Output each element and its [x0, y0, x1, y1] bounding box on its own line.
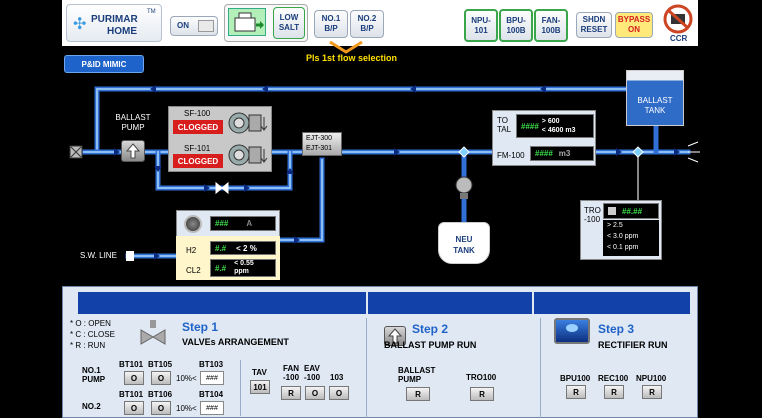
cl2-value: #.#	[215, 263, 227, 273]
cl2-display: #.# < 0.55 ppm	[210, 259, 276, 277]
sensor-unit: A	[246, 219, 253, 228]
steps-header-divider	[366, 292, 368, 314]
h2-value: #.#	[215, 243, 227, 253]
ballast-pump-run-button[interactable]: R	[406, 387, 430, 401]
step1-subtitle: VALVEs ARRANGEMENT	[182, 337, 289, 347]
total-label: TO TAL	[497, 116, 512, 134]
tro100-run-button[interactable]: R	[470, 387, 494, 401]
total-high-limit: > 600	[541, 118, 560, 125]
fm100-unit: m3	[558, 149, 571, 158]
step3-subtitle: RECTIFIER RUN	[598, 340, 668, 350]
fan-label: FAN -100	[283, 364, 300, 382]
ballast-pump-label: BALLAST PUMP	[115, 113, 151, 132]
sensor-value: ###	[215, 219, 229, 228]
eav103-button[interactable]: O	[329, 386, 349, 400]
cl2-label: CL2	[186, 266, 201, 275]
h2-label: H2	[186, 246, 197, 255]
tro100-label: TRO100	[466, 373, 497, 382]
step1-subdivider	[240, 360, 241, 416]
steps-column-divider	[366, 318, 367, 418]
bt103-label: BT103	[199, 360, 224, 369]
npu100-run-button[interactable]: R	[642, 385, 662, 399]
neu-tank-label: NEU TANK	[453, 235, 475, 255]
bt105-button[interactable]: O	[151, 371, 171, 385]
filter-unit-icon[interactable]	[226, 109, 270, 137]
sw-inlet-icon	[126, 251, 134, 261]
total-low-limit: < 4600 m3	[541, 127, 576, 134]
tro-limit-1: > 2.5	[607, 222, 623, 229]
eav-label: EAV -100	[304, 364, 321, 382]
bt104-label: BT104	[199, 390, 224, 399]
step2-ballast-pump-label: BALLAST PUMP	[398, 366, 436, 384]
h2-display: #.# < 2 %	[210, 241, 276, 255]
bt101b-button[interactable]: O	[124, 401, 144, 415]
sf101-clogged-alarm: CLOGGED	[173, 154, 223, 168]
legend-open: * O : OPEN	[70, 319, 111, 328]
fm100-display: #### m3	[530, 146, 594, 161]
bt103-value: ###	[200, 371, 224, 385]
ballast-tank-label: BALLAST TANK	[637, 96, 673, 115]
bt104-percent: 10%<	[176, 404, 197, 413]
rectifier-lamp	[566, 324, 578, 332]
filter-unit-icon[interactable]	[226, 141, 270, 169]
tav-label: TAV	[252, 368, 267, 377]
step2-title: Step 2	[412, 322, 449, 336]
valve-icon	[140, 320, 166, 345]
ejt301-label: EJT-301	[306, 145, 333, 152]
sw-line-label: S.W. LINE	[80, 251, 117, 260]
no2-label: NO.2	[82, 402, 101, 411]
tro-limits: > 2.5 < 3.0 ppm < 0.1 ppm	[603, 220, 659, 256]
bt105-label: BT105	[148, 360, 173, 369]
npu100-label: NPU100	[636, 374, 667, 383]
sensor-lamp-icon	[184, 215, 202, 233]
tro-label: TRO -100	[584, 206, 601, 224]
fan100-run-button[interactable]: R	[281, 386, 301, 400]
rec100-label: REC100	[598, 374, 629, 383]
bt101-label: BT101	[119, 360, 144, 369]
fm100-label: FM-100	[497, 151, 525, 160]
total-display: #### > 600 < 4600 m3	[516, 114, 594, 138]
legend-run: * R : RUN	[70, 341, 106, 350]
bt101b-label: BT101	[119, 390, 144, 399]
steps-column-divider	[540, 318, 541, 418]
arrow-up-icon	[125, 143, 141, 159]
step2-subtitle: BALLAST PUMP RUN	[384, 340, 477, 350]
sf100-label: SF-100	[184, 109, 211, 118]
sensor-display: ### A	[210, 216, 276, 231]
col103-label: 103	[330, 373, 344, 382]
tav101-button[interactable]: 101	[250, 380, 270, 394]
step3-title: Step 3	[598, 322, 635, 336]
bpu100-run-button[interactable]: R	[566, 385, 586, 399]
rec100-run-button[interactable]: R	[604, 385, 624, 399]
tro-limit-3: < 0.1 ppm	[607, 244, 639, 251]
legend-close: * C : CLOSE	[70, 330, 115, 339]
step1-title: Step 1	[182, 320, 219, 334]
bt106-label: BT106	[148, 390, 173, 399]
eav100-button[interactable]: O	[305, 386, 325, 400]
sf101-label: SF-101	[184, 144, 211, 153]
ejt300-label: EJT-300	[306, 135, 333, 142]
bt104-value: ###	[200, 401, 224, 415]
tro-limit-2: < 3.0 ppm	[607, 233, 639, 240]
h2-limit: < 2 %	[236, 243, 257, 253]
neu-pump-icon[interactable]	[454, 175, 476, 201]
bt103-percent: 10%<	[176, 374, 197, 383]
steps-header-divider	[532, 292, 534, 314]
bpu100-label: BPU100	[560, 374, 591, 383]
bt101-button[interactable]: O	[124, 371, 144, 385]
ballast-pump-button[interactable]	[121, 140, 145, 162]
cl2-limit: < 0.55 ppm	[234, 260, 254, 275]
rectifier-icon	[554, 318, 590, 344]
tro-display: ##.##	[603, 203, 659, 219]
sf100-clogged-alarm: CLOGGED	[173, 120, 223, 134]
bt106-button[interactable]: O	[151, 401, 171, 415]
tro-value: ##.##	[622, 206, 643, 216]
no1-pump-label: NO.1 PUMP	[82, 366, 106, 384]
total-value: ####	[521, 121, 539, 131]
tro-stop-icon	[608, 207, 616, 215]
fm100-value: ####	[535, 149, 553, 158]
total-limits: > 600 < 4600 m3	[542, 117, 576, 135]
steps-header-bar	[78, 292, 690, 314]
